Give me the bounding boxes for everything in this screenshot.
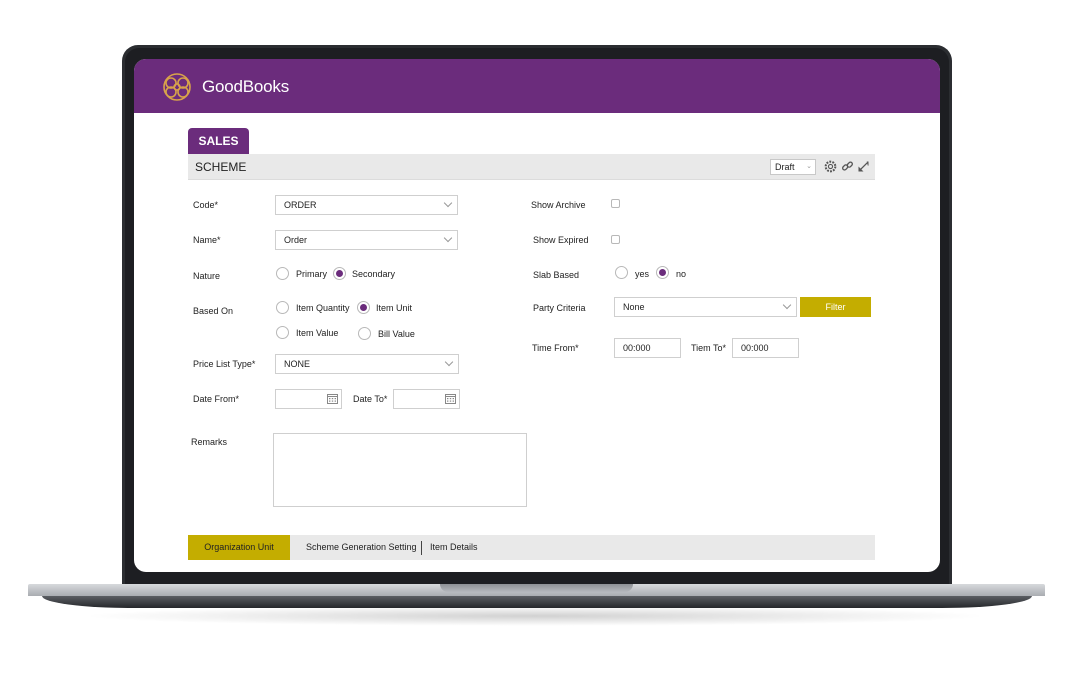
calendar-icon[interactable] (445, 393, 456, 404)
based-on-item-quantity-label: Item Quantity (296, 303, 350, 313)
laptop-shadow (80, 606, 990, 626)
name-label: Name* (193, 235, 221, 245)
app-screen: GoodBooks SALES SCHEME Draft ⌄ Code* ORD… (134, 59, 940, 572)
name-value: Order (284, 235, 308, 245)
brand-name: GoodBooks (202, 77, 290, 96)
slab-based-no-label: no (676, 269, 687, 279)
price-list-type-select[interactable]: NONE (275, 354, 459, 374)
date-to-label: Date To* (353, 394, 388, 404)
price-list-type-value: NONE (284, 359, 311, 369)
filter-button[interactable]: Filter (800, 297, 871, 317)
price-list-type-label: Price List Type* (193, 359, 256, 369)
title-bar: SCHEME Draft ⌄ (188, 154, 875, 180)
remarks-textarea[interactable] (273, 433, 527, 507)
code-label: Code* (193, 200, 219, 210)
goodbooks-logo-icon (163, 73, 191, 101)
chevron-down-icon (444, 357, 454, 367)
laptop-notch (440, 584, 633, 592)
chevron-down-icon (443, 198, 453, 208)
based-on-item-value-label: Item Value (296, 328, 339, 338)
calendar-icon[interactable] (327, 393, 338, 404)
code-value: ORDER (284, 200, 317, 210)
time-to-input[interactable]: 00:000 (732, 338, 799, 358)
chevron-down-icon: ⌄ (806, 163, 812, 170)
date-to-input[interactable] (393, 389, 460, 409)
tab-organization-unit[interactable]: Organization Unit (188, 535, 290, 560)
nature-label: Nature (193, 271, 221, 281)
based-on-item-value-radio[interactable] (276, 326, 289, 339)
expand-icon[interactable] (857, 160, 870, 173)
based-on-item-unit-label: Item Unit (376, 303, 413, 313)
bottom-tab-bar: Organization Unit Scheme Generation Sett… (188, 535, 875, 560)
nature-primary-radio[interactable] (276, 267, 289, 280)
date-from-label: Date From* (193, 394, 240, 404)
nature-secondary-radio[interactable] (333, 267, 346, 280)
name-select[interactable]: Order (275, 230, 458, 250)
show-archive-checkbox[interactable] (611, 199, 620, 208)
based-on-bill-value-label: Bill Value (378, 329, 415, 339)
show-expired-label: Show Expired (533, 235, 589, 245)
based-on-item-quantity-radio[interactable] (276, 301, 289, 314)
time-from-input[interactable]: 00:000 (614, 338, 681, 358)
time-to-label: Tiem To* (691, 343, 727, 353)
nature-primary-label: Primary (296, 269, 327, 279)
date-from-input[interactable] (275, 389, 342, 409)
laptop-base-lower (42, 596, 1032, 608)
chevron-down-icon (782, 300, 792, 310)
time-from-label: Time From* (532, 343, 579, 353)
slab-based-label: Slab Based (533, 270, 580, 280)
party-criteria-label: Party Criteria (533, 303, 586, 313)
party-criteria-select[interactable]: None (614, 297, 797, 317)
module-tab-sales[interactable]: SALES (188, 128, 249, 154)
based-on-bill-value-radio[interactable] (358, 327, 371, 340)
show-expired-checkbox[interactable] (611, 235, 620, 244)
based-on-item-unit-radio[interactable] (357, 301, 370, 314)
show-archive-label: Show Archive (531, 200, 586, 210)
tab-scheme-generation-setting[interactable]: Scheme Generation Setting (306, 535, 417, 560)
page-title: SCHEME (195, 160, 247, 174)
based-on-label: Based On (193, 306, 234, 316)
slab-based-no-radio[interactable] (656, 266, 669, 279)
tab-separator (421, 541, 422, 555)
status-value: Draft (775, 162, 795, 172)
nature-secondary-label: Secondary (352, 269, 396, 279)
party-criteria-value: None (623, 302, 645, 312)
app-header: GoodBooks (134, 59, 940, 113)
slab-based-yes-radio[interactable] (615, 266, 628, 279)
tab-item-details[interactable]: Item Details (430, 535, 478, 560)
chevron-down-icon (443, 233, 453, 243)
status-select[interactable]: Draft ⌄ (770, 159, 816, 175)
laptop-mockup: GoodBooks SALES SCHEME Draft ⌄ Code* ORD… (0, 0, 1070, 696)
code-select[interactable]: ORDER (275, 195, 458, 215)
remarks-label: Remarks (191, 437, 228, 447)
slab-based-yes-label: yes (635, 269, 650, 279)
link-icon[interactable] (841, 160, 854, 173)
gear-icon[interactable] (824, 160, 837, 173)
